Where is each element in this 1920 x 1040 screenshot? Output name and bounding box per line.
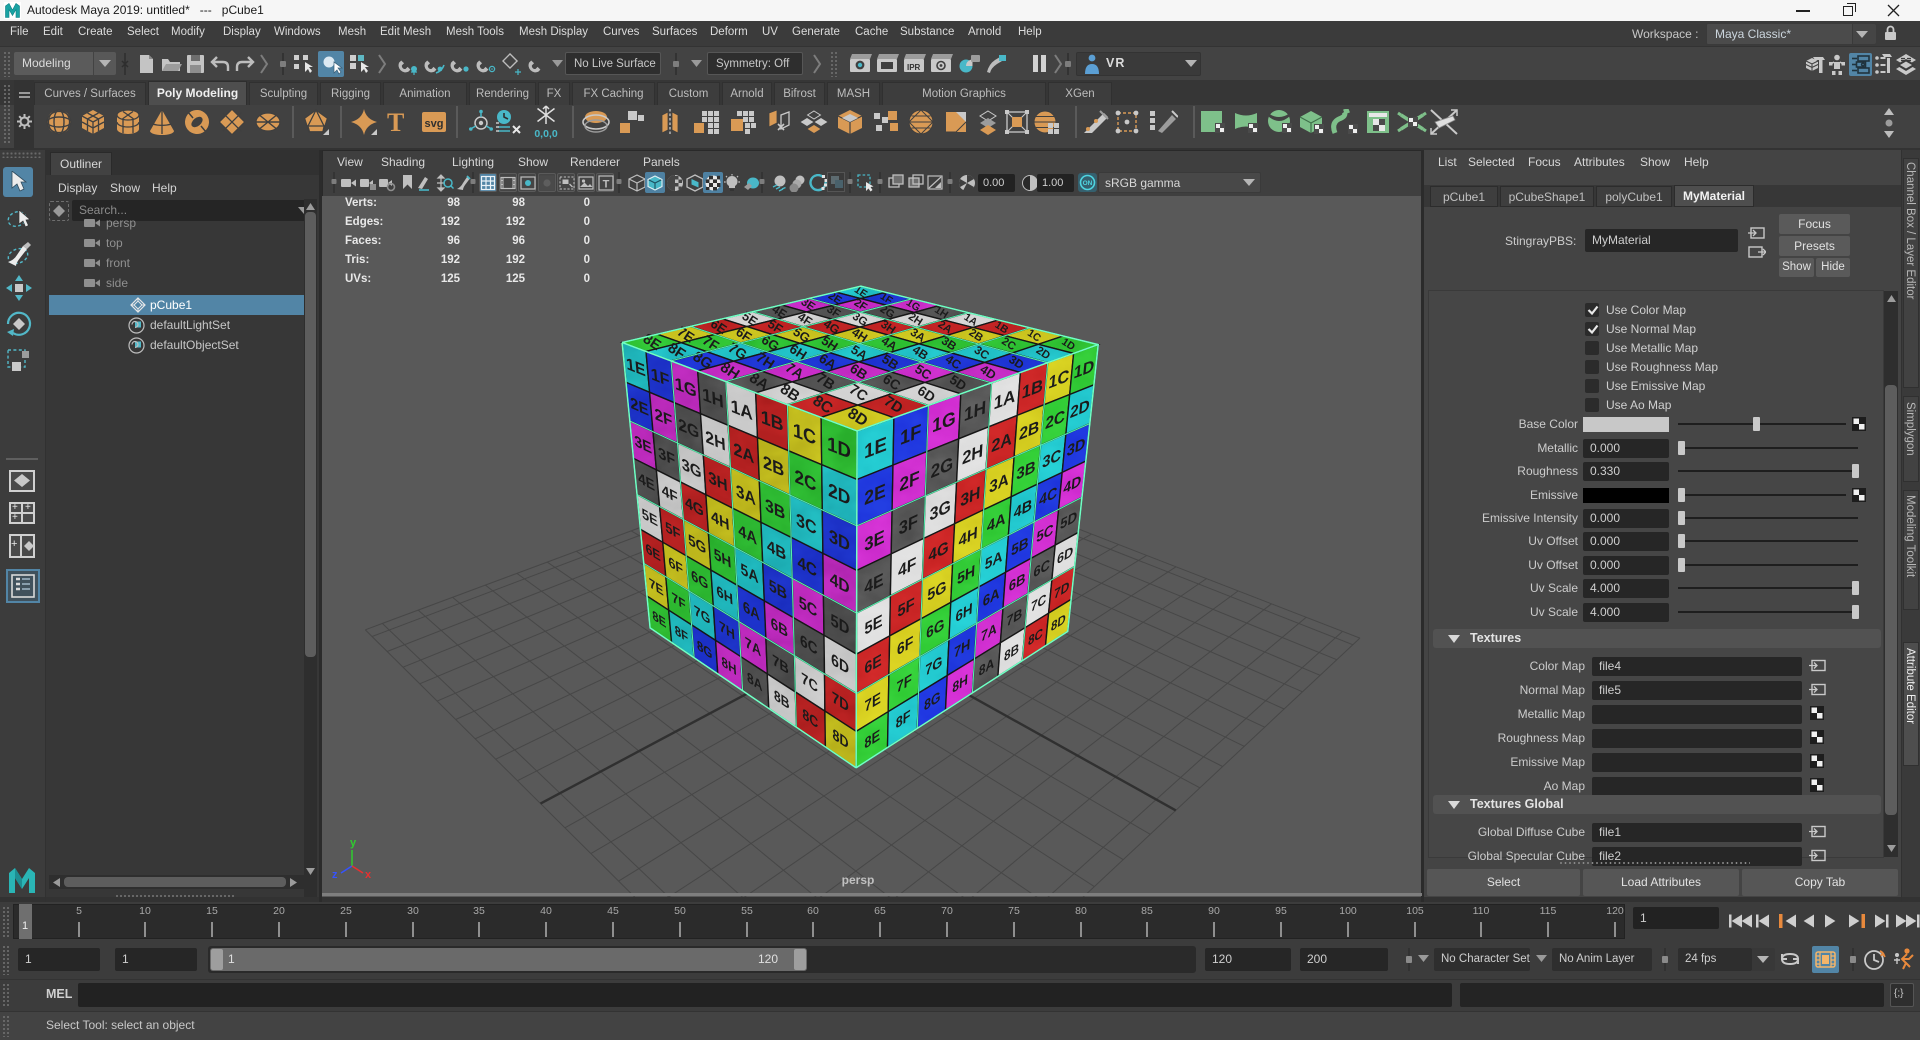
svg-text:ON: ON (1083, 180, 1093, 187)
svg-text:persp: persp (842, 873, 875, 887)
svg-text:x: x (365, 869, 372, 881)
svg-text:persp: persp (106, 216, 136, 230)
svg-text:front: front (106, 256, 131, 270)
svg-text:z: z (332, 869, 338, 881)
svg-text:y: y (350, 837, 357, 849)
svg-text:0,0,0: 0,0,0 (534, 128, 558, 139)
svg-text:side: side (106, 276, 128, 290)
svg-text:T: T (602, 179, 609, 191)
svg-text:IPR: IPR (907, 63, 921, 72)
svg-text:svg: svg (425, 118, 444, 130)
svg-text:top: top (106, 236, 123, 250)
